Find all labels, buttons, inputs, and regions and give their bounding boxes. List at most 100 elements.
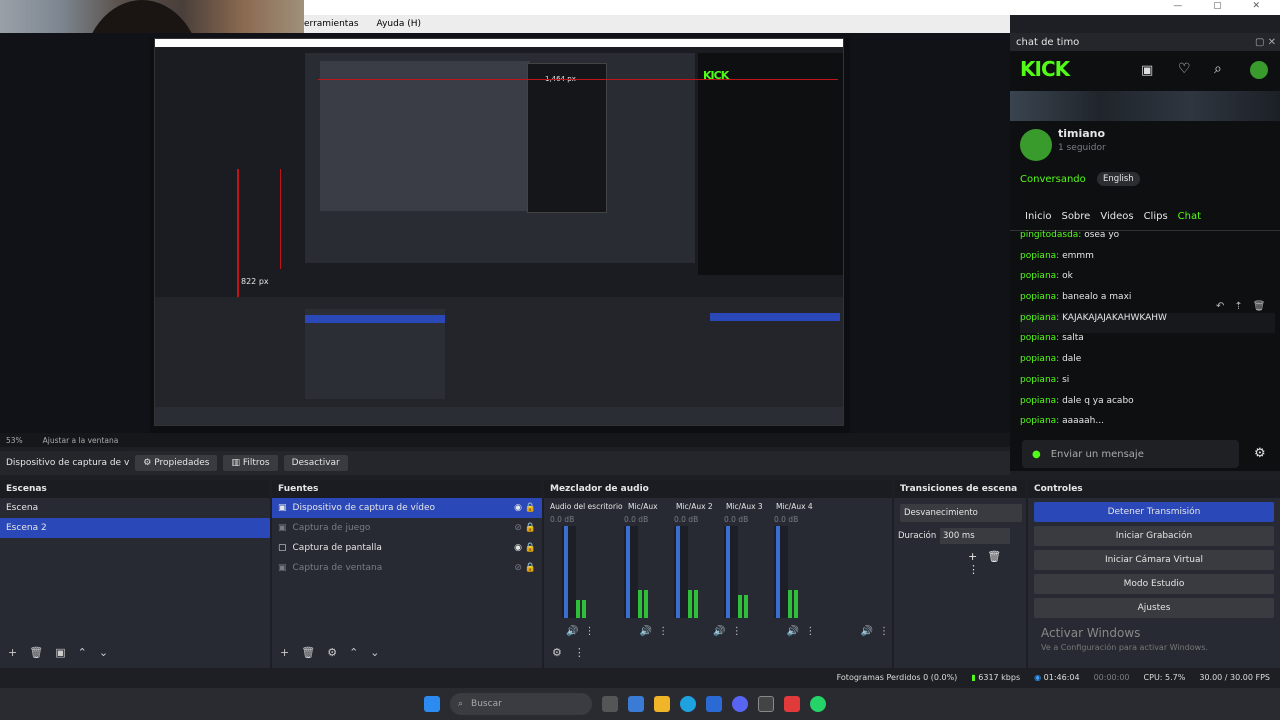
sources-footer: + 🗑 ⚙ ⌃ ⌄ xyxy=(280,646,380,659)
deactivate-button[interactable]: Desactivar xyxy=(283,455,348,471)
widget-icon[interactable] xyxy=(628,696,644,712)
source-item[interactable]: ▢ Captura de pantalla ◉ 🔒 xyxy=(272,538,542,558)
scene-item[interactable]: Escena xyxy=(0,498,270,518)
transitions-title: Transiciones de escena xyxy=(894,480,1026,498)
cpu-usage: CPU: 5.7% xyxy=(1143,673,1186,682)
search-icon[interactable]: ⌕ xyxy=(1214,61,1222,77)
meter-fill xyxy=(694,590,698,618)
app-icon[interactable] xyxy=(784,696,800,712)
tab-clips[interactable]: Clips xyxy=(1144,211,1168,222)
zoom-fit-dropdown[interactable]: Ajustar a la ventana xyxy=(43,436,119,445)
channel-name: Mic/Aux 4 xyxy=(776,502,813,511)
mixer-footer[interactable]: ⚙ ⋮ xyxy=(544,646,585,659)
chat-input-placeholder: Enviar un mensaje xyxy=(1050,448,1144,460)
file-explorer-icon[interactable] xyxy=(654,696,670,712)
duration-input[interactable]: 300 ms xyxy=(940,528,1010,544)
volume-slider[interactable] xyxy=(676,526,680,618)
chat-input[interactable]: ● Enviar un mensaje xyxy=(1022,440,1239,468)
start-recording-button[interactable]: Iniciar Grabación xyxy=(1034,526,1274,546)
transition-select[interactable]: Desvanecimiento xyxy=(900,504,1022,522)
menu-item-tools[interactable]: erramientas xyxy=(304,19,359,29)
chat-message: popiana: KAJAKAJAJAKAHWKAHW xyxy=(1020,312,1275,334)
meter-fill xyxy=(582,600,586,618)
properties-button[interactable]: ⚙ Propiedades xyxy=(135,455,218,471)
virtual-camera-button[interactable]: Iniciar Cámara Virtual xyxy=(1034,550,1274,570)
studio-mode-button[interactable]: Modo Estudio xyxy=(1034,574,1274,594)
channel-name[interactable]: timiano xyxy=(1058,127,1105,140)
channel-db: 0.0 dB xyxy=(774,515,799,524)
message-actions[interactable]: ↶⇡🗑 xyxy=(1216,301,1275,312)
language-badge: English xyxy=(1097,172,1140,186)
zoom-level[interactable]: 53% xyxy=(6,436,23,445)
source-toolbar: Dispositivo de captura de v ⚙ Propiedade… xyxy=(0,451,1010,475)
dropped-frames: Fotogramas Perdidos 0 (0.0%) xyxy=(836,673,958,682)
kick-logo[interactable]: KICK xyxy=(1020,57,1070,81)
channel-name: Mic/Aux xyxy=(628,502,658,511)
controls-title: Controles xyxy=(1028,480,1280,498)
meter-fill xyxy=(576,600,580,618)
sources-dock: Fuentes ▣ Dispositivo de captura de víde… xyxy=(272,480,542,668)
settings-button[interactable]: Ajustes xyxy=(1034,598,1274,618)
tab-videos[interactable]: Videos xyxy=(1100,211,1133,222)
volume-slider[interactable] xyxy=(564,526,568,618)
filters-button[interactable]: ▥ Filtros xyxy=(223,455,278,471)
chat-status: Conversando xyxy=(1020,174,1086,185)
stop-stream-button[interactable]: Detener Transmisión xyxy=(1034,502,1274,522)
mixer-mute-icons[interactable]: 🔊⋮ 🔊⋮ 🔊⋮ 🔊⋮ 🔊⋮ xyxy=(566,626,895,637)
edge-icon[interactable] xyxy=(680,696,696,712)
task-view-icon[interactable] xyxy=(602,696,618,712)
tab-inicio[interactable]: Inicio xyxy=(1025,211,1051,222)
whatsapp-icon[interactable] xyxy=(810,696,826,712)
user-avatar[interactable] xyxy=(1250,61,1268,79)
scene-item-selected[interactable]: Escena 2 xyxy=(0,518,270,538)
chat-message: popiana: dale xyxy=(1020,354,1082,365)
source-item[interactable]: ▣ Captura de juego ⊘ 🔒 xyxy=(272,518,542,538)
volume-slider[interactable] xyxy=(776,526,780,618)
scenes-title: Escenas xyxy=(0,480,270,498)
rec-time: 00:00:00 xyxy=(1093,673,1130,682)
fps: 30.00 / 30.00 FPS xyxy=(1199,673,1270,682)
obs-icon[interactable] xyxy=(758,696,774,712)
start-icon[interactable] xyxy=(424,696,440,712)
activate-windows-title: Activar Windows xyxy=(1041,626,1141,640)
volume-slider[interactable] xyxy=(626,526,630,618)
menu-bar: erramientas Ayuda (H) xyxy=(304,15,1010,33)
window-controls[interactable]: — ▢ ✕ xyxy=(1173,1,1274,11)
transitions-dock: Transiciones de escena Desvanecimiento D… xyxy=(894,480,1026,668)
nested-preview: 1,464 px KICK 822 px xyxy=(154,38,844,426)
chat-settings-icon[interactable]: ⚙ xyxy=(1254,446,1266,461)
chat-window-close-icon[interactable]: ▢ ✕ xyxy=(1255,37,1280,48)
channel-db: 0.0 dB xyxy=(674,515,699,524)
channel-avatar[interactable] xyxy=(1020,129,1052,161)
store-icon[interactable] xyxy=(706,696,722,712)
mixer-title: Mezclador de audio xyxy=(544,480,892,498)
chat-messages: pingitodasda: osea yo popiana: emmm popi… xyxy=(1020,230,1275,437)
stream-banner xyxy=(1010,91,1280,121)
search-icon: ⌕ xyxy=(458,699,464,709)
nested-px-label: 822 px xyxy=(241,277,269,286)
zoom-bar: 53% Ajustar a la ventana xyxy=(0,433,1010,447)
taskbar-search[interactable]: ⌕ Buscar xyxy=(450,693,592,715)
source-item[interactable]: ▣ Dispositivo de captura de vídeo ◉ 🔒 xyxy=(272,498,542,518)
mic-icon[interactable]: ● xyxy=(1032,449,1041,460)
discord-icon[interactable] xyxy=(732,696,748,712)
live-time: ◉ 01:46:04 xyxy=(1034,673,1080,682)
chat-message: popiana: salta xyxy=(1020,333,1084,344)
tab-chat[interactable]: Chat xyxy=(1178,211,1201,222)
bitrate: ▮ 6317 kbps xyxy=(971,673,1021,682)
status-bar: Fotogramas Perdidos 0 (0.0%) ▮ 6317 kbps… xyxy=(0,669,1280,686)
audio-meter xyxy=(774,526,798,618)
meter-fill xyxy=(788,590,792,618)
tab-sobre[interactable]: Sobre xyxy=(1061,211,1090,222)
menu-item-help[interactable]: Ayuda (H) xyxy=(377,19,421,29)
heart-icon[interactable]: ♡ xyxy=(1178,61,1191,77)
source-item[interactable]: ▣ Captura de ventana ⊘ 🔒 xyxy=(272,558,542,578)
meter-fill xyxy=(644,590,648,618)
scenes-footer: + 🗑 ▣ ⌃ ⌄ xyxy=(8,646,109,659)
theater-icon[interactable]: ▣ xyxy=(1141,63,1153,78)
meter-fill xyxy=(794,590,798,618)
volume-slider[interactable] xyxy=(726,526,730,618)
meter-fill xyxy=(744,595,748,618)
transition-actions[interactable]: +🗑⋮ xyxy=(968,550,1026,576)
chat-window-title: chat de timo xyxy=(1016,36,1080,48)
